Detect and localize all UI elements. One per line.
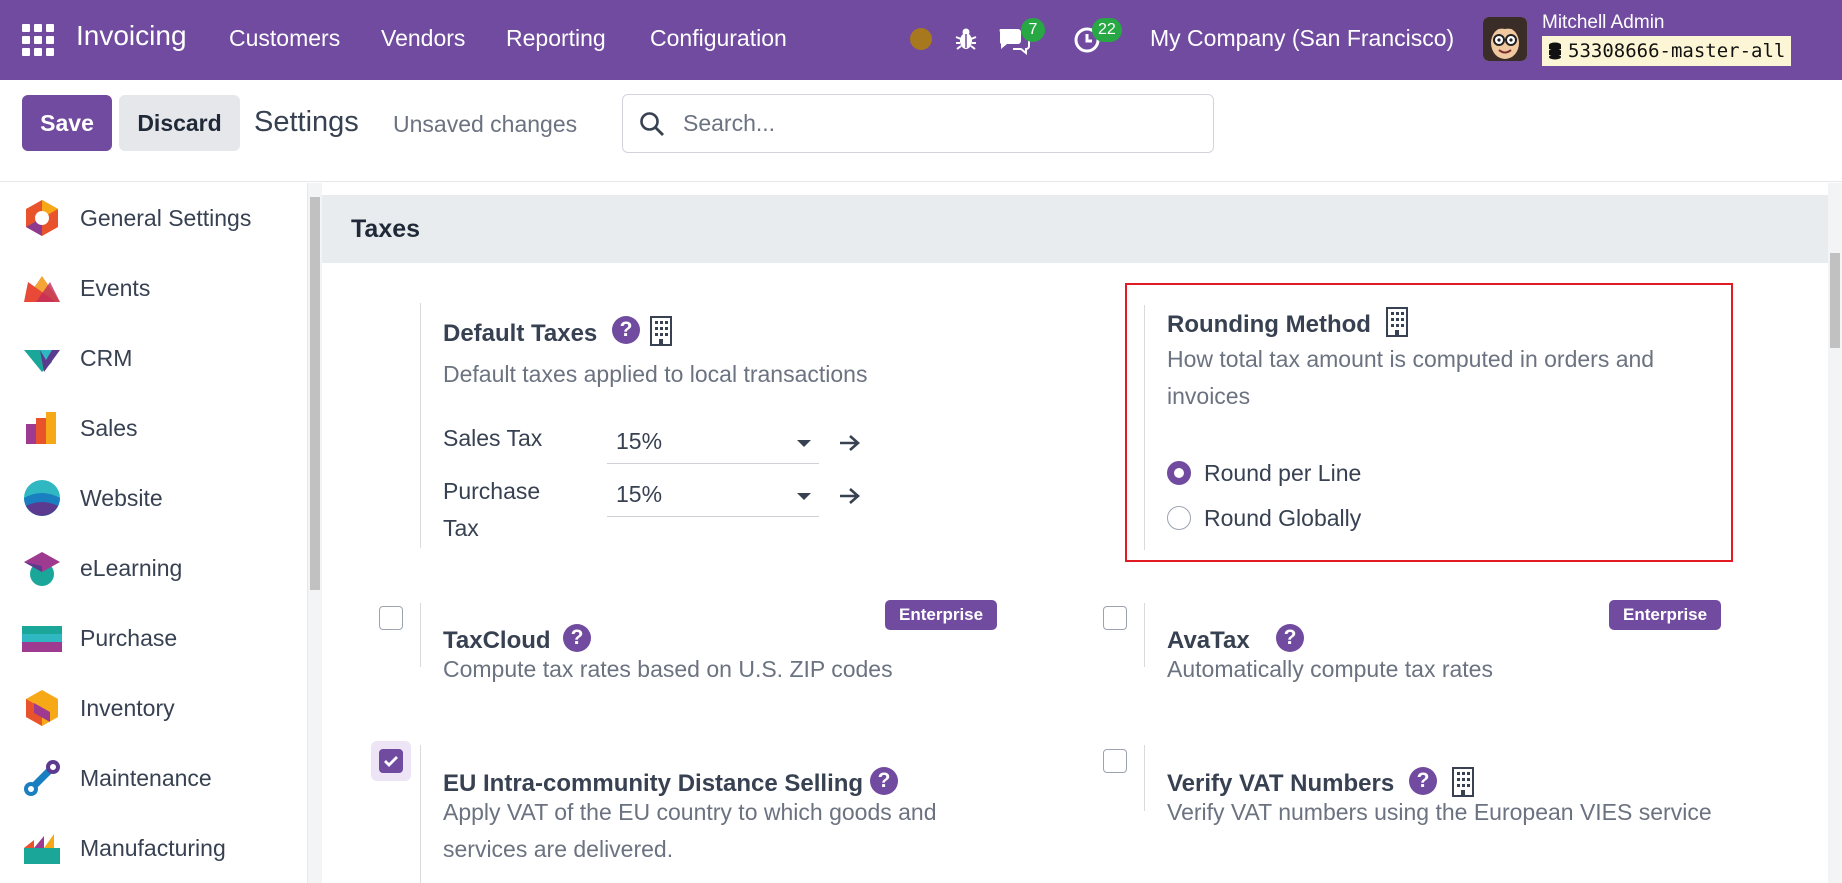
top-navbar: Invoicing Customers Vendors Reporting Co… — [0, 0, 1842, 80]
sidebar-item-label: CRM — [80, 344, 133, 371]
company-switcher[interactable]: My Company (San Francisco) — [1150, 25, 1454, 52]
elearning-icon — [24, 552, 60, 586]
section-title: Taxes — [351, 215, 421, 243]
help-icon[interactable]: ? — [612, 316, 640, 344]
chevron-down-icon — [797, 493, 811, 500]
sidebar-item-crm[interactable]: CRM — [0, 323, 300, 393]
default-taxes-title: Default Taxes — [443, 320, 598, 347]
database-name: 53308666-master-all — [1568, 40, 1786, 62]
verify-vat-checkbox[interactable] — [1103, 749, 1127, 773]
menu-vendors[interactable]: Vendors — [381, 25, 465, 52]
sidebar-item-label: General Settings — [80, 204, 252, 231]
company-building-icon — [650, 316, 672, 346]
sidebar-item-label: eLearning — [80, 554, 183, 581]
sidebar-item-label: Purchase — [80, 624, 178, 651]
sidebar-scrollbar[interactable] — [308, 183, 322, 883]
purchase-tax-label: Purchase Tax — [443, 478, 541, 541]
unsaved-status: Unsaved changes — [393, 111, 578, 137]
help-icon[interactable]: ? — [1276, 624, 1304, 652]
sidebar-item-label: Events — [80, 274, 151, 301]
taxcloud-checkbox[interactable] — [379, 606, 403, 630]
taxes-section-header: Taxes — [322, 195, 1830, 263]
search-icon — [640, 111, 664, 136]
maintenance-icon — [24, 760, 60, 796]
help-icon[interactable]: ? — [1409, 767, 1437, 795]
database-tag: 53308666-master-all — [1542, 36, 1792, 66]
sidebar-item-manufacturing[interactable]: Manufacturing — [0, 813, 300, 883]
settings-sidebar: General Settings Events CRM Sales Websit… — [0, 183, 308, 883]
help-icon[interactable]: ? — [563, 624, 591, 652]
page-title: Settings — [254, 106, 359, 138]
enterprise-badge: Enterprise — [885, 600, 998, 630]
sidebar-item-sales[interactable]: Sales — [0, 393, 300, 463]
save-button[interactable]: Save — [22, 95, 112, 151]
activities-count-badge: 22 — [1092, 18, 1122, 42]
menu-customers[interactable]: Customers — [229, 25, 340, 52]
sidebar-item-maintenance[interactable]: Maintenance — [0, 743, 300, 813]
avatax-description: Automatically compute tax rates — [1167, 656, 1493, 682]
sales-tax-open-arrow-icon[interactable] — [838, 433, 862, 453]
sales-tax-value: 15% — [616, 428, 663, 454]
sidebar-item-label: Maintenance — [80, 764, 212, 791]
purchase-tax-select[interactable]: 15% — [607, 473, 819, 517]
sidebar-item-website[interactable]: Website — [0, 463, 300, 533]
purchase-icon — [22, 626, 62, 652]
eu-distance-description: Apply VAT of the EU country to which goo… — [443, 799, 937, 862]
database-icon — [1549, 42, 1561, 60]
search-input[interactable] — [683, 110, 1183, 137]
control-panel: Save Discard Settings Unsaved changes — [0, 80, 1842, 182]
inventory-icon — [26, 690, 58, 726]
purchase-tax-open-arrow-icon[interactable] — [838, 486, 862, 506]
user-name[interactable]: Mitchell Admin — [1542, 12, 1665, 34]
sales-tax-select[interactable]: 15% — [607, 420, 819, 464]
app-name[interactable]: Invoicing — [76, 20, 187, 52]
taxcloud-description: Compute tax rates based on U.S. ZIP code… — [443, 656, 893, 682]
content-scrollbar[interactable] — [1828, 183, 1842, 883]
checkmark-icon — [384, 756, 398, 767]
eu-distance-checkbox[interactable] — [379, 749, 403, 773]
sidebar-item-events[interactable]: Events — [0, 253, 300, 323]
general-settings-icon — [26, 200, 58, 236]
menu-reporting[interactable]: Reporting — [506, 25, 606, 52]
sidebar-item-label: Sales — [80, 414, 138, 441]
help-icon[interactable]: ? — [870, 767, 898, 795]
events-icon — [24, 276, 60, 302]
menu-configuration[interactable]: Configuration — [650, 25, 787, 52]
sidebar-item-label: Website — [80, 484, 163, 511]
default-taxes-description: Default taxes applied to local transacti… — [443, 361, 868, 387]
website-icon — [24, 480, 60, 516]
sidebar-item-purchase[interactable]: Purchase — [0, 603, 300, 673]
discard-button[interactable]: Discard — [119, 95, 240, 151]
apps-menu-icon[interactable] — [22, 24, 54, 56]
enterprise-badge: Enterprise — [1609, 600, 1722, 630]
sidebar-item-label: Inventory — [80, 694, 175, 721]
chevron-down-icon — [797, 440, 811, 447]
manufacturing-icon — [24, 834, 60, 864]
sales-icon — [26, 412, 56, 444]
verify-vat-description: Verify VAT numbers using the European VI… — [1167, 799, 1712, 825]
sidebar-item-label: Manufacturing — [80, 834, 226, 861]
rounding-method-highlight — [1125, 283, 1733, 562]
sidebar-item-elearning[interactable]: eLearning — [0, 533, 300, 603]
sidebar-item-general-settings[interactable]: General Settings — [0, 183, 300, 253]
crm-icon — [24, 350, 60, 372]
sales-tax-label: Sales Tax — [443, 425, 543, 451]
status-dot-icon[interactable] — [910, 28, 932, 50]
messages-count-badge: 7 — [1021, 18, 1045, 42]
avatax-checkbox[interactable] — [1103, 606, 1127, 630]
purchase-tax-value: 15% — [616, 481, 663, 507]
search-box[interactable] — [622, 94, 1214, 153]
user-avatar[interactable] — [1483, 17, 1527, 61]
sidebar-item-inventory[interactable]: Inventory — [0, 673, 300, 743]
bug-icon[interactable] — [953, 26, 979, 52]
